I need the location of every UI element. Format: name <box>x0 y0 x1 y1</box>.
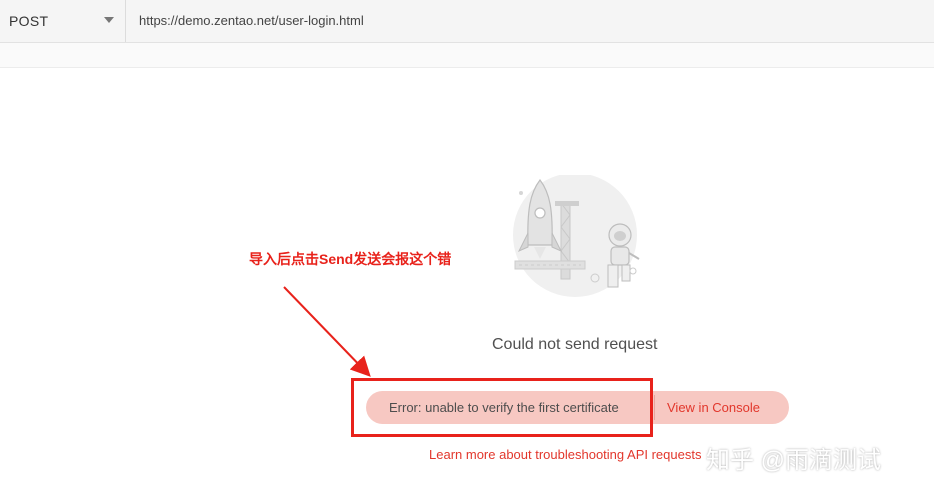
watermark: 知乎 @雨滴测试 <box>706 447 882 474</box>
method-label: POST <box>9 13 49 29</box>
chevron-down-icon <box>104 17 114 23</box>
learn-more-link[interactable]: Learn more about troubleshooting API req… <box>429 447 701 462</box>
error-message: Could not send request <box>492 336 658 353</box>
annotation-note: 导入后点击Send发送会报这个错 <box>249 251 452 267</box>
annotation-box <box>351 378 653 437</box>
response-toolbar <box>0 43 934 68</box>
url-input[interactable]: https://demo.zentao.net/user-login.html <box>139 0 364 42</box>
request-bar: POST https://demo.zentao.net/user-login.… <box>0 0 934 43</box>
pill-divider <box>654 395 655 420</box>
view-in-console-button[interactable]: View in Console <box>667 400 760 415</box>
rocket-astronaut-illustration <box>513 175 640 297</box>
method-select[interactable]: POST <box>0 0 126 42</box>
